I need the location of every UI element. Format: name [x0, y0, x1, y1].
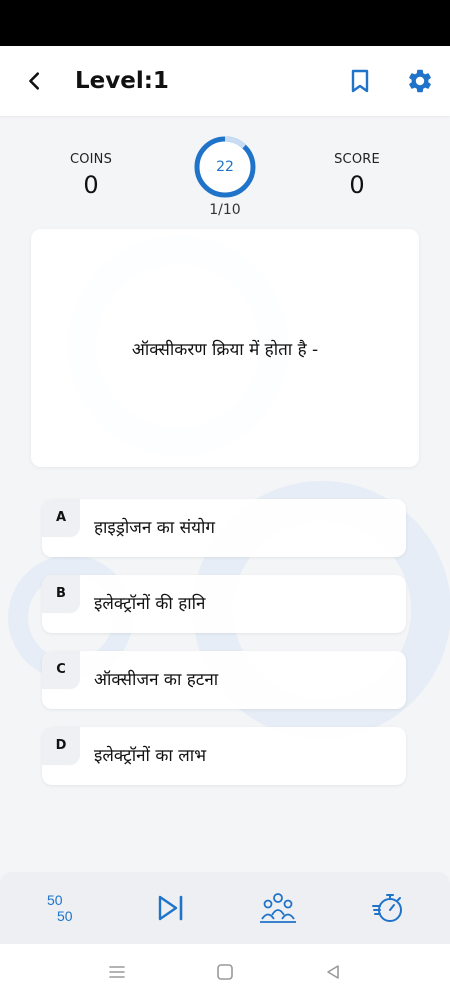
fifty-fifty-icon: 50 50 [47, 892, 73, 924]
option-a[interactable]: A हाइड्रोजन का संयोग [42, 499, 406, 557]
recents-button[interactable] [105, 960, 129, 984]
gear-icon [409, 69, 431, 93]
system-back-button[interactable] [321, 960, 345, 984]
score-stat: SCORE 0 [326, 152, 388, 199]
option-d[interactable]: D इलेक्ट्रॉनों का लाभ [42, 727, 406, 785]
score-label: SCORE [334, 152, 380, 167]
triangle-back-icon [327, 965, 339, 979]
option-c[interactable]: C ऑक्सीजन का हटना [42, 651, 406, 709]
skip-button[interactable] [150, 888, 190, 928]
option-letter: A [42, 499, 80, 537]
lifeline-toolbar: 50 50 [0, 872, 450, 944]
bookmark-button[interactable] [346, 66, 374, 96]
option-text: हाइड्रोजन का संयोग [94, 518, 215, 538]
question-card: ऑक्सीकरण क्रिया में होता है - [31, 229, 419, 467]
square-icon [217, 964, 233, 980]
audience-poll-icon [260, 893, 296, 923]
question-progress: 1/10 [209, 202, 241, 218]
option-letter: C [42, 651, 80, 689]
timer: 22 [193, 135, 257, 199]
stopwatch-icon [372, 894, 402, 922]
back-button[interactable] [20, 66, 50, 96]
extra-time-button[interactable] [368, 888, 408, 928]
option-letter: B [42, 575, 80, 613]
audience-poll-button[interactable] [258, 888, 298, 928]
coins-stat: COINS 0 [60, 152, 122, 199]
coins-label: COINS [69, 152, 113, 167]
fifty-bottom-text: 50 [57, 908, 73, 924]
question-text: ऑक्सीकरण क्रिया में होता है - [131, 339, 319, 360]
bookmark-icon [351, 69, 369, 93]
page-title: Level:1 [75, 68, 169, 94]
option-text: ऑक्सीजन का हटना [94, 670, 219, 690]
arrow-left-icon [29, 72, 40, 90]
timer-value: 22 [216, 159, 234, 175]
system-nav-bar [0, 944, 450, 1000]
fifty-fifty-button[interactable]: 50 50 [42, 888, 82, 928]
score-value: 0 [349, 171, 365, 199]
menu-lines-icon [109, 966, 125, 978]
app-bar: Level:1 [0, 46, 450, 116]
coins-value: 0 [83, 171, 99, 199]
home-button[interactable] [213, 960, 237, 984]
settings-button[interactable] [404, 66, 436, 96]
skip-next-icon [158, 895, 183, 921]
fifty-top-text: 50 [47, 892, 63, 908]
option-letter: D [42, 727, 80, 765]
option-text: इलेक्ट्रॉनों का लाभ [94, 746, 207, 766]
option-text: इलेक्ट्रॉनों की हानि [94, 594, 206, 614]
option-b[interactable]: B इलेक्ट्रॉनों की हानि [42, 575, 406, 633]
status-bar [0, 0, 450, 46]
